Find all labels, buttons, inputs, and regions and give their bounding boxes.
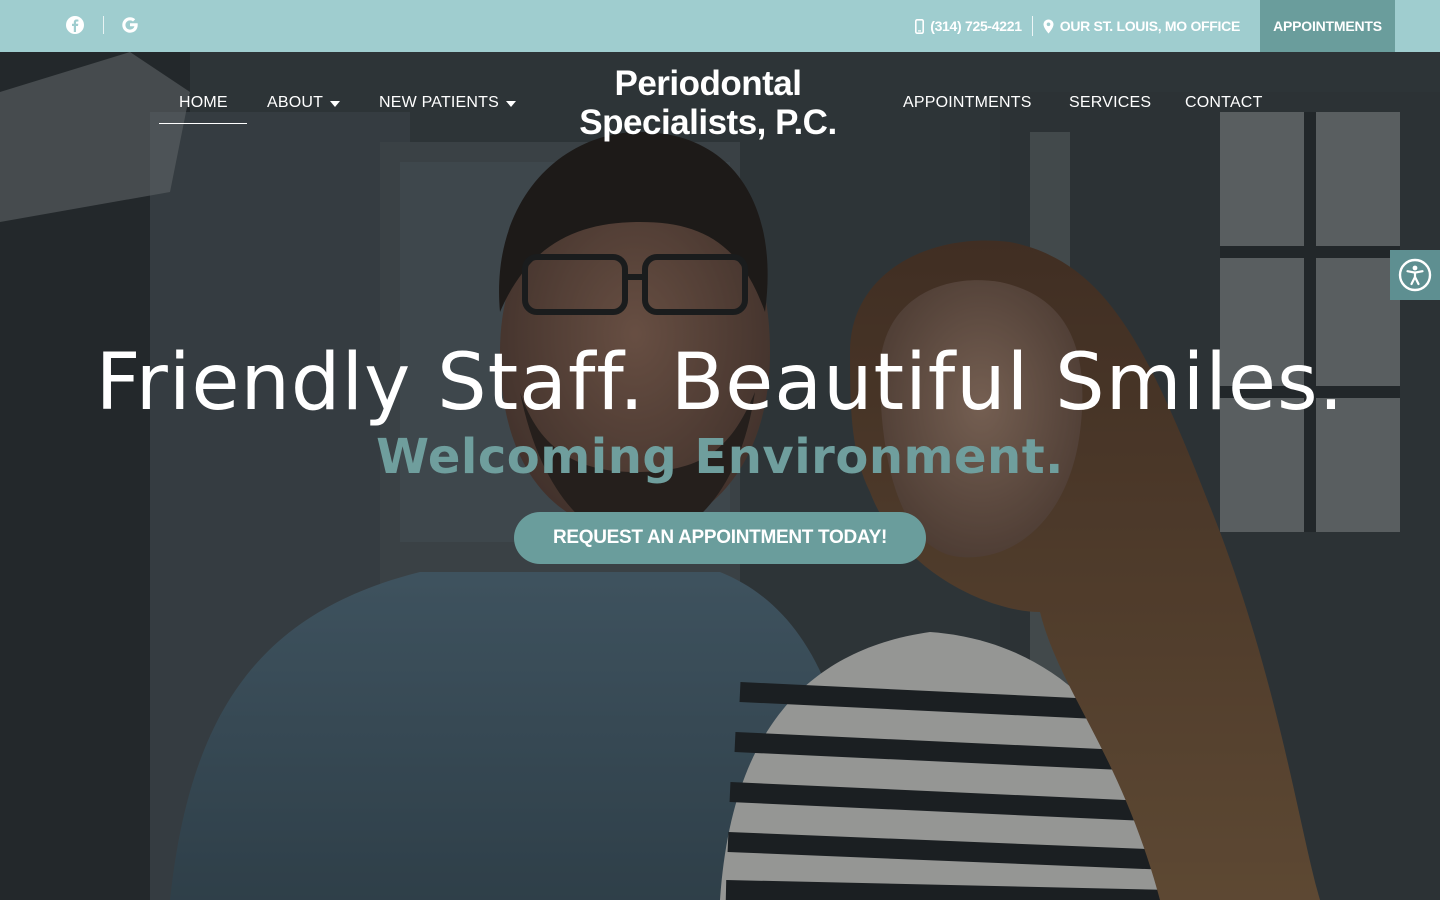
nav-new-patients[interactable]: NEW PATIENTS (379, 94, 517, 112)
active-nav-underline (159, 123, 247, 124)
nav-new-patients-label: NEW PATIENTS (379, 94, 500, 111)
social-divider (103, 16, 104, 34)
site-logo[interactable]: Periodontal Specialists, P.C. (560, 64, 856, 142)
nav-home-label: HOME (179, 94, 228, 111)
nav-appointments[interactable]: APPOINTMENTS (903, 94, 1032, 112)
top-utility-bar: (314) 725-4221 OUR ST. LOUIS, MO OFFICE … (0, 0, 1440, 52)
office-label: OUR ST. LOUIS, MO OFFICE (1059, 18, 1241, 34)
google-icon[interactable] (119, 14, 141, 36)
request-appointment-button[interactable]: REQUEST AN APPOINTMENT TODAY! (514, 512, 926, 564)
utility-links: (314) 725-4221 OUR ST. LOUIS, MO OFFICE … (915, 0, 1395, 52)
nav-contact-label: CONTACT (1185, 94, 1263, 111)
logo-line-2: Specialists, P.C. (579, 103, 837, 142)
utility-divider (1031, 16, 1033, 36)
nav-appointments-label: APPOINTMENTS (903, 94, 1032, 111)
phone-link[interactable]: (314) 725-4221 (915, 18, 1022, 34)
topbar-appointments-button[interactable]: APPOINTMENTS (1260, 0, 1395, 52)
mobile-phone-icon (915, 18, 925, 34)
social-links (64, 14, 141, 36)
nav-services-label: SERVICES (1069, 94, 1152, 111)
map-pin-icon (1043, 19, 1054, 33)
nav-contact[interactable]: CONTACT (1185, 94, 1263, 112)
hero-subheadline: Welcoming Environment. (376, 429, 1064, 485)
caret-down-icon (330, 100, 341, 107)
facebook-icon[interactable] (64, 14, 86, 36)
phone-number: (314) 725-4221 (930, 18, 1022, 34)
nav-home[interactable]: HOME (179, 94, 228, 112)
main-navigation: HOME ABOUT NEW PATIENTS Periodontal Spec… (0, 52, 1440, 142)
accessibility-toggle[interactable] (1390, 250, 1440, 300)
accessibility-icon (1398, 258, 1432, 292)
nav-services[interactable]: SERVICES (1069, 94, 1151, 112)
office-link[interactable]: OUR ST. LOUIS, MO OFFICE (1043, 18, 1240, 34)
caret-down-icon (506, 100, 517, 107)
nav-about[interactable]: ABOUT (267, 94, 341, 112)
hero-headline: Friendly Staff. Beautiful Smiles. (95, 338, 1345, 428)
nav-about-label: ABOUT (267, 94, 324, 111)
logo-line-1: Periodontal (614, 64, 802, 103)
